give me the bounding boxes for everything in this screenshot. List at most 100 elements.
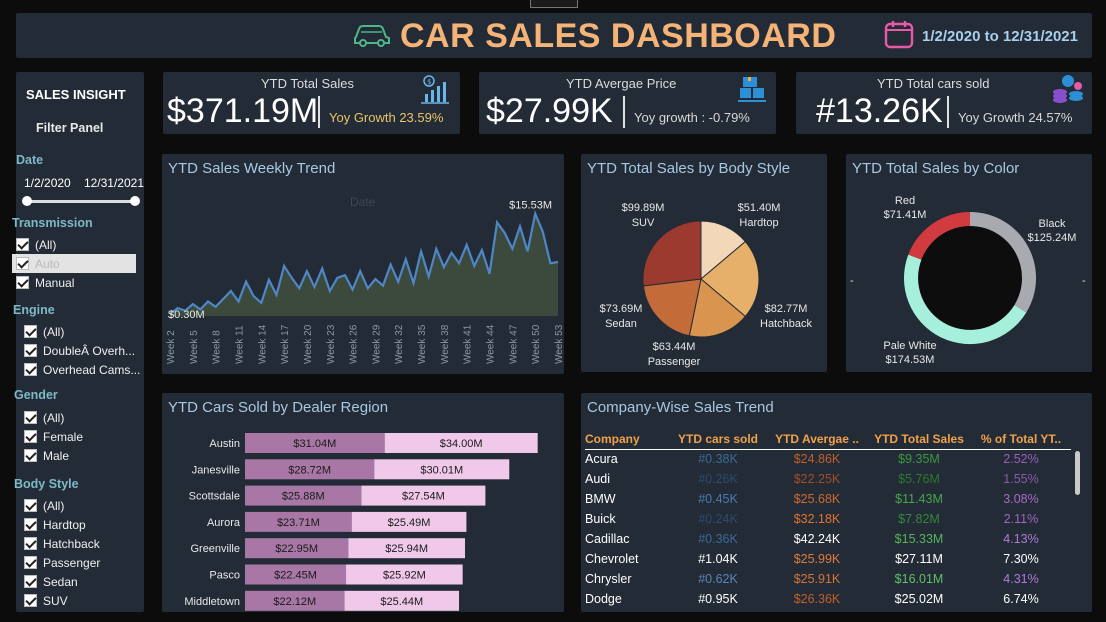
checkbox-checked-icon[interactable] xyxy=(24,411,37,424)
kpi-growth: Yoy growth : -0.79% xyxy=(634,110,750,125)
checkbox-checked-icon[interactable] xyxy=(24,344,37,357)
table-cell: $25.68K xyxy=(793,492,841,506)
checkbox-checked-icon[interactable] xyxy=(24,518,37,531)
left-dash-marker: - xyxy=(850,275,854,287)
item-label: (All) xyxy=(43,324,65,339)
table-cell: $26.36K xyxy=(793,592,841,606)
body-style-sedan[interactable]: Sedan xyxy=(20,572,144,591)
checkbox-checked-icon[interactable] xyxy=(24,575,37,588)
x-tick-label: Week 2 xyxy=(166,330,177,364)
transmission-all[interactable]: (All) xyxy=(12,235,136,254)
item-label: Female xyxy=(43,429,84,444)
checkbox-checked-icon[interactable] xyxy=(24,537,37,550)
body-style-hatchback[interactable]: Hatchback xyxy=(20,534,144,553)
company-name-cell: Buick xyxy=(585,512,616,526)
pie-category-label: Sedan xyxy=(605,318,637,330)
bar-value-label: $30.01M xyxy=(420,464,463,476)
checkbox-checked-icon[interactable] xyxy=(16,238,29,251)
gender-female[interactable]: Female xyxy=(20,427,144,446)
table-header-row: Company YTD cars sold YTD Avergae .. YTD… xyxy=(585,429,1071,450)
checkbox-checked-icon[interactable] xyxy=(24,556,37,569)
body-style-suv[interactable]: SUV xyxy=(20,591,144,610)
checkbox-checked-icon[interactable] xyxy=(24,325,37,338)
checkbox-checked-icon[interactable] xyxy=(24,363,37,376)
date-slider-start-handle[interactable] xyxy=(22,196,32,206)
table-cell: $25.02M xyxy=(894,592,944,606)
filter-sidebar: SALES INSIGHT Filter Panel Date 1/2/2020… xyxy=(12,72,144,612)
bar-value-label: $22.12M xyxy=(273,596,316,608)
gender-male[interactable]: Male xyxy=(20,446,144,465)
engine-overhead-cams[interactable]: Overhead Cams... xyxy=(20,360,144,379)
table-row[interactable]: Audi #0.26K $22.25K $5.76M 1.55% xyxy=(585,469,1071,489)
x-tick-label: Week 29 xyxy=(371,324,382,364)
column-header[interactable]: YTD cars sold xyxy=(669,429,767,450)
gender-all[interactable]: (All) xyxy=(20,408,144,427)
page-title: CAR SALES DASHBOARD xyxy=(400,17,837,55)
dealer-region-bar-chart[interactable]: Austin $31.04M $34.00M Janesville $28.72M $30… xyxy=(162,393,564,612)
table-cell: $25.99K xyxy=(793,552,841,566)
region-label: Pasco xyxy=(209,570,240,582)
company-name-cell: Chrysler xyxy=(585,572,632,586)
company-name-cell: Chevrolet xyxy=(585,552,639,566)
body-style-hardtop[interactable]: Hardtop xyxy=(20,515,144,534)
checkbox-checked-icon[interactable] xyxy=(24,449,37,462)
region-label: Janesville xyxy=(192,464,240,476)
table-row[interactable]: Chevrolet #1.04K $25.99K $27.11M 7.30% xyxy=(585,549,1071,569)
table-row[interactable]: BMW #0.45K $25.68K $11.43M 3.08% xyxy=(585,489,1071,509)
body-style-all[interactable]: (All) xyxy=(20,496,144,515)
bar-value-label: $25.44M xyxy=(380,596,423,608)
body-style-passenger[interactable]: Passenger xyxy=(20,553,144,572)
engine-all[interactable]: (All) xyxy=(20,322,144,341)
column-header[interactable]: YTD Avergae .. xyxy=(767,429,867,450)
region-label: Scottsdale xyxy=(189,491,240,503)
transmission-auto[interactable]: Auto xyxy=(12,254,136,273)
dealer-region-card: YTD Cars Sold by Dealer Region Austin $31… xyxy=(162,393,564,612)
date-end: 12/31/2021 xyxy=(83,176,144,190)
checkbox-checked-icon[interactable] xyxy=(24,499,37,512)
kpi-cars-sold: YTD Total cars sold #13.26K Yoy Growth 2… xyxy=(796,72,1092,134)
column-header[interactable]: % of Total YT.. xyxy=(971,429,1071,450)
pie-category-label: Hardtop xyxy=(739,217,778,229)
pie-category-label: SUV xyxy=(632,217,655,229)
checkbox-checked-icon[interactable] xyxy=(24,594,37,607)
transmission-manual[interactable]: Manual xyxy=(12,273,136,292)
x-tick-label: Week 50 xyxy=(531,324,542,364)
column-header[interactable]: YTD Total Sales xyxy=(867,429,971,450)
engine-double-overhead[interactable]: DoubleÂ Overh... xyxy=(20,341,144,360)
table-scrollbar[interactable] xyxy=(1075,451,1080,495)
bar-value-label: $25.88M xyxy=(282,491,325,503)
date-slider-end-handle[interactable] xyxy=(130,196,140,206)
column-header[interactable]: Company xyxy=(585,429,669,450)
table-row[interactable]: Acura #0.38K $24.86K $9.35M 2.52% xyxy=(585,449,1071,469)
checkbox-checked-icon[interactable] xyxy=(16,257,29,270)
table-cell: $16.01M xyxy=(894,572,944,586)
color-donut-chart[interactable]: Black $125.24M Pale White $174.53M Red $71.41… xyxy=(846,154,1092,372)
color-card: YTD Total Sales by Color Black $125.24M Pa… xyxy=(846,154,1092,372)
table-row[interactable]: Buick #0.24K $32.18K $7.82M 2.11% xyxy=(585,509,1071,529)
item-label: (All) xyxy=(43,410,65,425)
checkbox-checked-icon[interactable] xyxy=(16,276,29,289)
date-range-text: 1/2/2020 to 12/31/2021 xyxy=(922,27,1078,45)
donut-category-label: Pale White xyxy=(883,340,936,352)
item-label: Hatchback xyxy=(43,536,100,551)
table-row[interactable]: Chrysler #0.62K $25.91K $16.01M 4.31% xyxy=(585,569,1071,589)
table-cell: $15.33M xyxy=(894,532,944,546)
checkbox-checked-icon[interactable] xyxy=(24,430,37,443)
transmission-heading: Transmission xyxy=(12,216,93,230)
gender-heading: Gender xyxy=(14,388,58,402)
table-cell: $22.25K xyxy=(793,472,841,486)
window-drag-handle[interactable] xyxy=(530,0,578,8)
weekly-trend-card: YTD Sales Weekly Trend Date Week 2 Week 5… xyxy=(162,154,564,374)
date-slider-track[interactable] xyxy=(26,200,136,203)
donut-category-label: Red xyxy=(895,195,915,207)
sidebar-title: SALES INSIGHT xyxy=(26,87,126,102)
x-tick-label: Week 47 xyxy=(508,324,519,364)
x-tick-label: Week 44 xyxy=(486,324,497,364)
bar-value-label: $25.94M xyxy=(385,543,428,555)
table-row[interactable]: Dodge #0.95K $26.36K $25.02M 6.74% xyxy=(585,589,1071,609)
table-row[interactable]: Cadillac #0.36K $42.24K $15.33M 4.13% xyxy=(585,529,1071,549)
coins-icon xyxy=(1052,74,1084,111)
body-style-pie-chart[interactable]: $51.40M Hardtop $82.77M Hatchback $63.44M Pas… xyxy=(581,154,827,372)
table-cell: 2.52% xyxy=(1003,452,1039,467)
weekly-trend-chart[interactable]: Date Week 2 Week 5 Week 8 Week 11 Week 14 Wee… xyxy=(162,154,564,374)
